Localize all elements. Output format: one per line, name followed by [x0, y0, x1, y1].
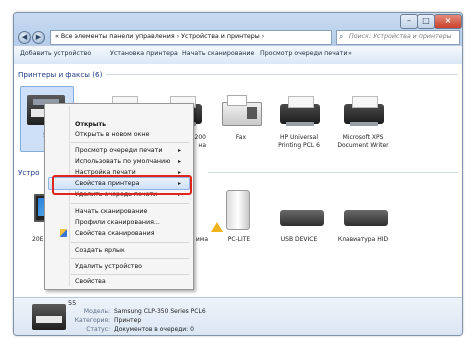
menu-separator — [71, 242, 189, 243]
menu-item-scan-profiles[interactable]: Профили сканирования... — [75, 219, 160, 226]
menu-item-set-default[interactable]: Использовать по умолчанию — [75, 158, 170, 165]
warning-icon — [211, 222, 223, 232]
menu-item-remove-device[interactable]: Удалить устройство — [75, 263, 142, 270]
printer-label: Microsoft XPS Document Writer — [337, 134, 389, 149]
start-scan-button[interactable]: Начать сканирование — [182, 50, 254, 57]
command-toolbar: Добавить устройство Установка принтера Н… — [14, 45, 462, 65]
add-printer-button[interactable]: Установка принтера — [110, 50, 178, 57]
print-queue-button[interactable]: Просмотр очереди печати — [260, 50, 347, 57]
menu-item-scan-properties[interactable]: Свойства сканирования — [75, 230, 155, 237]
details-pane: 55 Модель: Samsung CLP-350 Series PCL6 К… — [14, 297, 462, 335]
menu-gutter — [69, 106, 70, 286]
menu-item-open[interactable]: Открыть — [75, 121, 106, 128]
menu-separator — [71, 142, 189, 143]
menu-item-open-new-window[interactable]: Открыть в новом окне — [75, 131, 149, 138]
close-button[interactable]: × — [434, 14, 462, 29]
submenu-arrow-icon: ▸ — [178, 147, 182, 154]
shield-icon — [60, 229, 67, 237]
menu-separator — [71, 274, 189, 275]
details-status-value: Документов в очереди: 0 — [114, 326, 194, 333]
keyboard-icon[interactable] — [280, 210, 324, 226]
forward-arrow-icon[interactable]: ▶ — [32, 31, 45, 44]
computer-tower-icon[interactable] — [226, 190, 250, 230]
more-commands-icon[interactable]: » — [348, 50, 352, 57]
maximize-button[interactable]: □ — [417, 14, 435, 29]
group-devices-heading[interactable]: Устройства — [18, 168, 40, 177]
details-model-value: Samsung CLP-350 Series PCL6 — [114, 308, 206, 315]
details-model-label: Модель: — [83, 308, 110, 315]
minimize-button[interactable]: – — [400, 14, 418, 29]
address-bar[interactable]: « Все элементы панели управления › Устро… — [50, 30, 362, 45]
details-category-value: Принтер — [114, 317, 142, 324]
device-label: Клавиатура HID — [337, 236, 389, 243]
details-device-name: 55 — [68, 299, 77, 307]
menu-item-print-queue[interactable]: Просмотр очереди печати — [75, 147, 162, 154]
back-arrow-icon[interactable]: ◀ — [18, 31, 31, 44]
search-icon: ⌕ — [339, 32, 344, 41]
add-device-button[interactable]: Добавить устройство — [20, 50, 91, 57]
address-path: « Все элементы панели управления › Устро… — [55, 33, 265, 40]
printer-thumbnail-icon — [32, 304, 66, 330]
keyboard-icon[interactable] — [344, 210, 388, 226]
printer-icon[interactable] — [280, 96, 320, 126]
device-label: USB DEVICE — [280, 236, 318, 243]
group-divider — [106, 74, 458, 75]
highlight-frame — [52, 175, 192, 195]
group-printers-heading[interactable]: Принтеры и факсы (6) — [18, 70, 102, 79]
menu-item-start-scan[interactable]: Начать сканирование — [75, 208, 147, 215]
search-box[interactable]: ⌕ Поиск: Устройства и принтеры — [336, 30, 460, 45]
context-menu: Открыть Открыть в новом окне Просмотр оч… — [44, 103, 194, 290]
search-placeholder: Поиск: Устройства и принтеры — [349, 33, 452, 40]
submenu-arrow-icon: ▸ — [178, 158, 182, 165]
menu-separator — [71, 203, 189, 204]
printer-label: HP Universal Printing PCL 6 — [278, 134, 320, 149]
group-divider — [208, 172, 458, 173]
menu-item-create-shortcut[interactable]: Создать ярлык — [75, 247, 125, 254]
details-category-label: Категория: — [74, 317, 110, 324]
details-status-label: Статус: — [86, 326, 110, 333]
fax-icon[interactable] — [222, 95, 262, 126]
title-bar: – □ × ◀ ▶ « Все элементы панели управлен… — [14, 13, 462, 45]
menu-item-properties[interactable]: Свойства — [75, 278, 106, 285]
printer-icon[interactable] — [344, 96, 384, 126]
menu-separator — [71, 258, 189, 259]
